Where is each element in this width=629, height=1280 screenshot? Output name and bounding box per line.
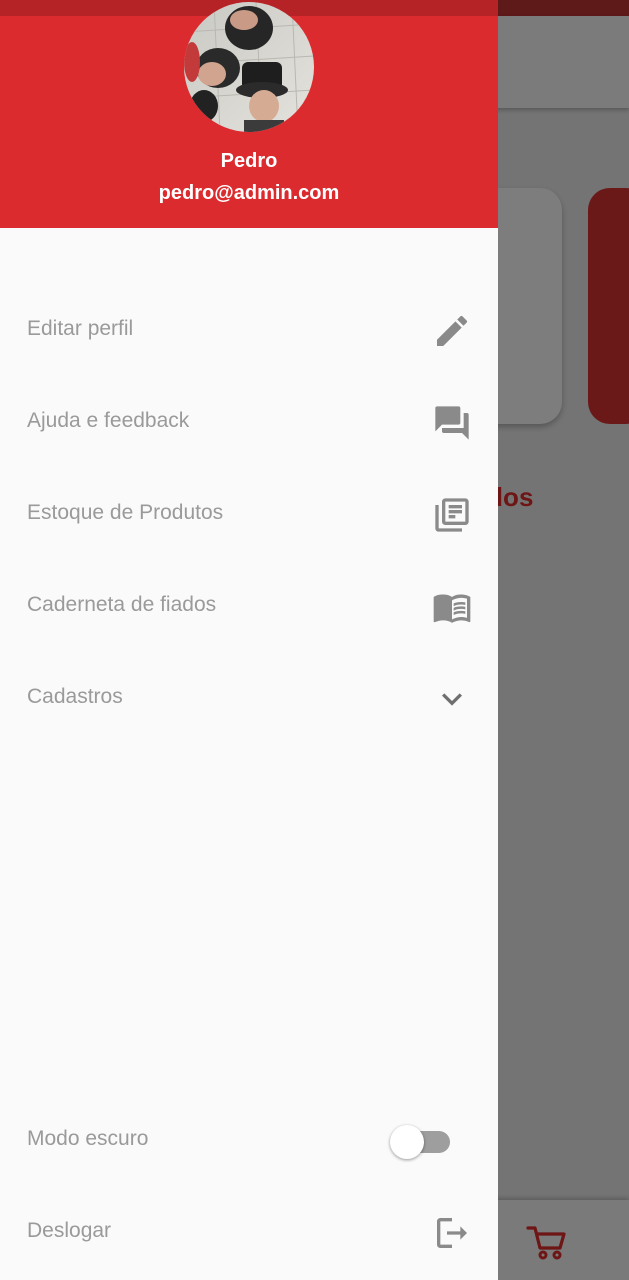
dark-mode-label: Modo escuro [27,1127,149,1150]
drawer-header: Pedro pedro@admin.com [0,0,498,228]
shopping-cart-icon [526,1224,568,1260]
library-books-icon [432,495,472,535]
logout-icon [432,1213,472,1253]
dark-mode-row[interactable]: Modo escuro [0,1105,498,1177]
menu-item-registrations[interactable]: Cadastros [0,663,498,735]
user-name: Pedro [220,150,278,172]
menu-item-help-feedback[interactable]: Ajuda e feedback [0,387,498,459]
category-card-highlight [588,188,629,424]
menu-item-edit-profile[interactable]: Editar perfil [0,295,498,367]
avatar[interactable] [184,2,314,132]
chevron-down-icon[interactable] [432,679,472,719]
user-email: pedro@admin.com [158,182,340,204]
chat-bubbles-icon [432,403,472,443]
edit-pencil-icon [432,311,472,351]
menu-item-logout[interactable]: Deslogar [0,1197,498,1269]
menu-item-credit-book[interactable]: Caderneta de fiados [0,571,498,643]
navigation-drawer: Pedro pedro@admin.com Editar perfil Ajud… [0,0,498,1280]
dark-mode-toggle[interactable] [390,1121,452,1161]
menu-item-label: Cadastros [27,685,123,708]
menu-item-label: Estoque de Produtos [27,501,224,524]
menu-item-label: Editar perfil [27,317,134,340]
menu-item-label: Deslogar [27,1219,112,1242]
menu-item-label: Caderneta de fiados [27,593,217,616]
menu-item-label: Ajuda e feedback [27,409,190,432]
open-book-icon [432,587,472,627]
menu-item-product-stock[interactable]: Estoque de Produtos [0,479,498,551]
toggle-thumb [390,1125,424,1159]
